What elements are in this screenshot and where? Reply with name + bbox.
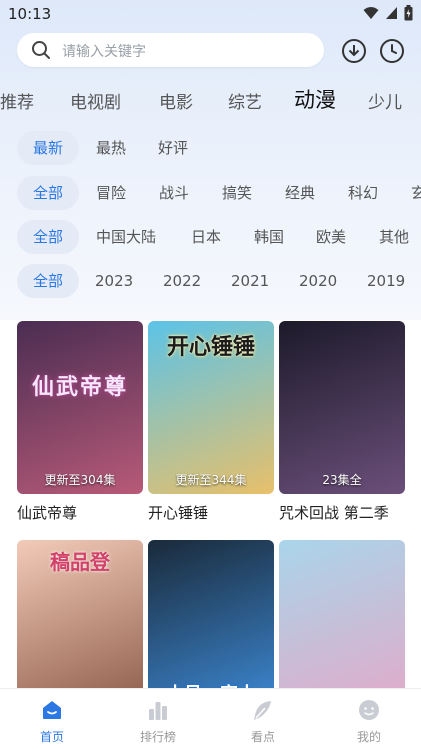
sort-filter-row: 最新 最热 好评 (17, 131, 421, 165)
search-placeholder: 请输入关键字 (62, 44, 146, 60)
nav-label: 看点 (250, 730, 275, 744)
profile-icon (359, 700, 379, 720)
tab-tv-series[interactable]: 电视剧 (70, 88, 121, 113)
nav-label: 首页 (39, 730, 64, 744)
poster-cover-text: 仙武帝尊 (31, 375, 128, 400)
tab-variety[interactable]: 综艺 (228, 88, 262, 113)
year-chip-all[interactable]: 全部 (17, 264, 80, 298)
tab-movie[interactable]: 电影 (159, 88, 193, 113)
year-chip-2022[interactable]: 2022 (163, 264, 201, 298)
year-chip-2019[interactable]: 2019 (367, 264, 405, 298)
battery-icon (404, 5, 413, 21)
genre-chip-comedy[interactable]: 搞笑 (222, 176, 252, 210)
episode-badge: 更新至304集 (44, 473, 116, 487)
sort-chip-latest[interactable]: 最新 (17, 131, 80, 165)
nav-label: 我的 (356, 730, 381, 744)
status-bar: 10:13 (0, 0, 421, 30)
card-xianwu-dizun[interactable]: 仙武帝尊 更新至304集 仙武帝尊 (17, 321, 143, 523)
search-icon (32, 41, 50, 59)
home-icon (43, 701, 61, 719)
poster-cover-text: 开心锤锤 (166, 335, 255, 360)
poster[interactable]: 仙武帝尊 更新至304集 (17, 321, 143, 494)
region-chip-mainland[interactable]: 中国大陆 (96, 220, 156, 254)
genre-chip-scifi[interactable]: 科幻 (348, 176, 378, 210)
download-icon[interactable] (341, 38, 367, 64)
history-clock-icon[interactable] (379, 38, 405, 64)
nav-highlights[interactable]: 看点 (223, 689, 303, 749)
feather-icon (254, 701, 271, 720)
card-title[interactable]: 开心锤锤 (148, 502, 274, 523)
genre-filter-row: 全部 冒险 战斗 搞笑 经典 科幻 玄 (17, 176, 421, 210)
signal-icon (386, 7, 397, 19)
search-input[interactable]: 请输入关键字 (17, 33, 324, 67)
nav-label: 排行榜 (139, 730, 176, 744)
wifi-icon (363, 7, 379, 19)
category-tabs: 推荐 电视剧 电影 综艺 动漫 少儿 (0, 84, 421, 114)
genre-chip-fantasy[interactable]: 玄 (411, 176, 421, 210)
year-chip-2020[interactable]: 2020 (299, 264, 337, 298)
card-title[interactable]: 咒术回战 第二季 (279, 502, 405, 523)
region-chip-west[interactable]: 欧美 (316, 220, 346, 254)
ranking-icon (149, 702, 167, 720)
year-chip-2023[interactable]: 2023 (95, 264, 133, 298)
sort-chip-hottest[interactable]: 最热 (96, 131, 126, 165)
genre-chip-classic[interactable]: 经典 (285, 176, 315, 210)
region-chip-korea[interactable]: 韩国 (254, 220, 284, 254)
tab-kids[interactable]: 少儿 (368, 88, 402, 113)
card-jujutsu-kaisen-s2[interactable]: 23集全 咒术回战 第二季 (279, 321, 405, 523)
card-title[interactable]: 仙武帝尊 (17, 502, 143, 523)
poster-cover-text: 稿品登 (50, 550, 110, 574)
region-chip-all[interactable]: 全部 (17, 220, 80, 254)
poster[interactable]: 23集全 (279, 321, 405, 494)
card-kaixin-chuichui[interactable]: 开心锤锤 更新至344集 开心锤锤 (148, 321, 274, 523)
search-row: 请输入关键字 (17, 33, 407, 69)
sort-chip-top-rated[interactable]: 好评 (158, 131, 188, 165)
region-chip-japan[interactable]: 日本 (191, 220, 221, 254)
status-time: 10:13 (8, 5, 52, 23)
episode-badge: 更新至344集 (175, 473, 247, 487)
region-filter-row: 全部 中国大陆 日本 韩国 欧美 其他 (17, 220, 421, 254)
bottom-navigation: 首页 排行榜 看点 我的 (0, 688, 421, 749)
nav-home[interactable]: 首页 (12, 689, 92, 749)
genre-chip-adventure[interactable]: 冒险 (96, 176, 126, 210)
genre-chip-all[interactable]: 全部 (17, 176, 80, 210)
year-filter-row: 全部 2023 2022 2021 2020 2019 (17, 264, 421, 298)
year-chip-2021[interactable]: 2021 (231, 264, 269, 298)
nav-ranking[interactable]: 排行榜 (118, 689, 198, 749)
tab-anime[interactable]: 动漫 (294, 84, 336, 114)
status-icons (363, 5, 413, 21)
tab-recommend[interactable]: 推荐 (0, 88, 34, 113)
episode-badge: 23集全 (322, 473, 362, 487)
genre-chip-battle[interactable]: 战斗 (159, 176, 189, 210)
nav-profile[interactable]: 我的 (329, 689, 409, 749)
poster[interactable]: 开心锤锤 更新至344集 (148, 321, 274, 494)
region-chip-other[interactable]: 其他 (379, 220, 409, 254)
